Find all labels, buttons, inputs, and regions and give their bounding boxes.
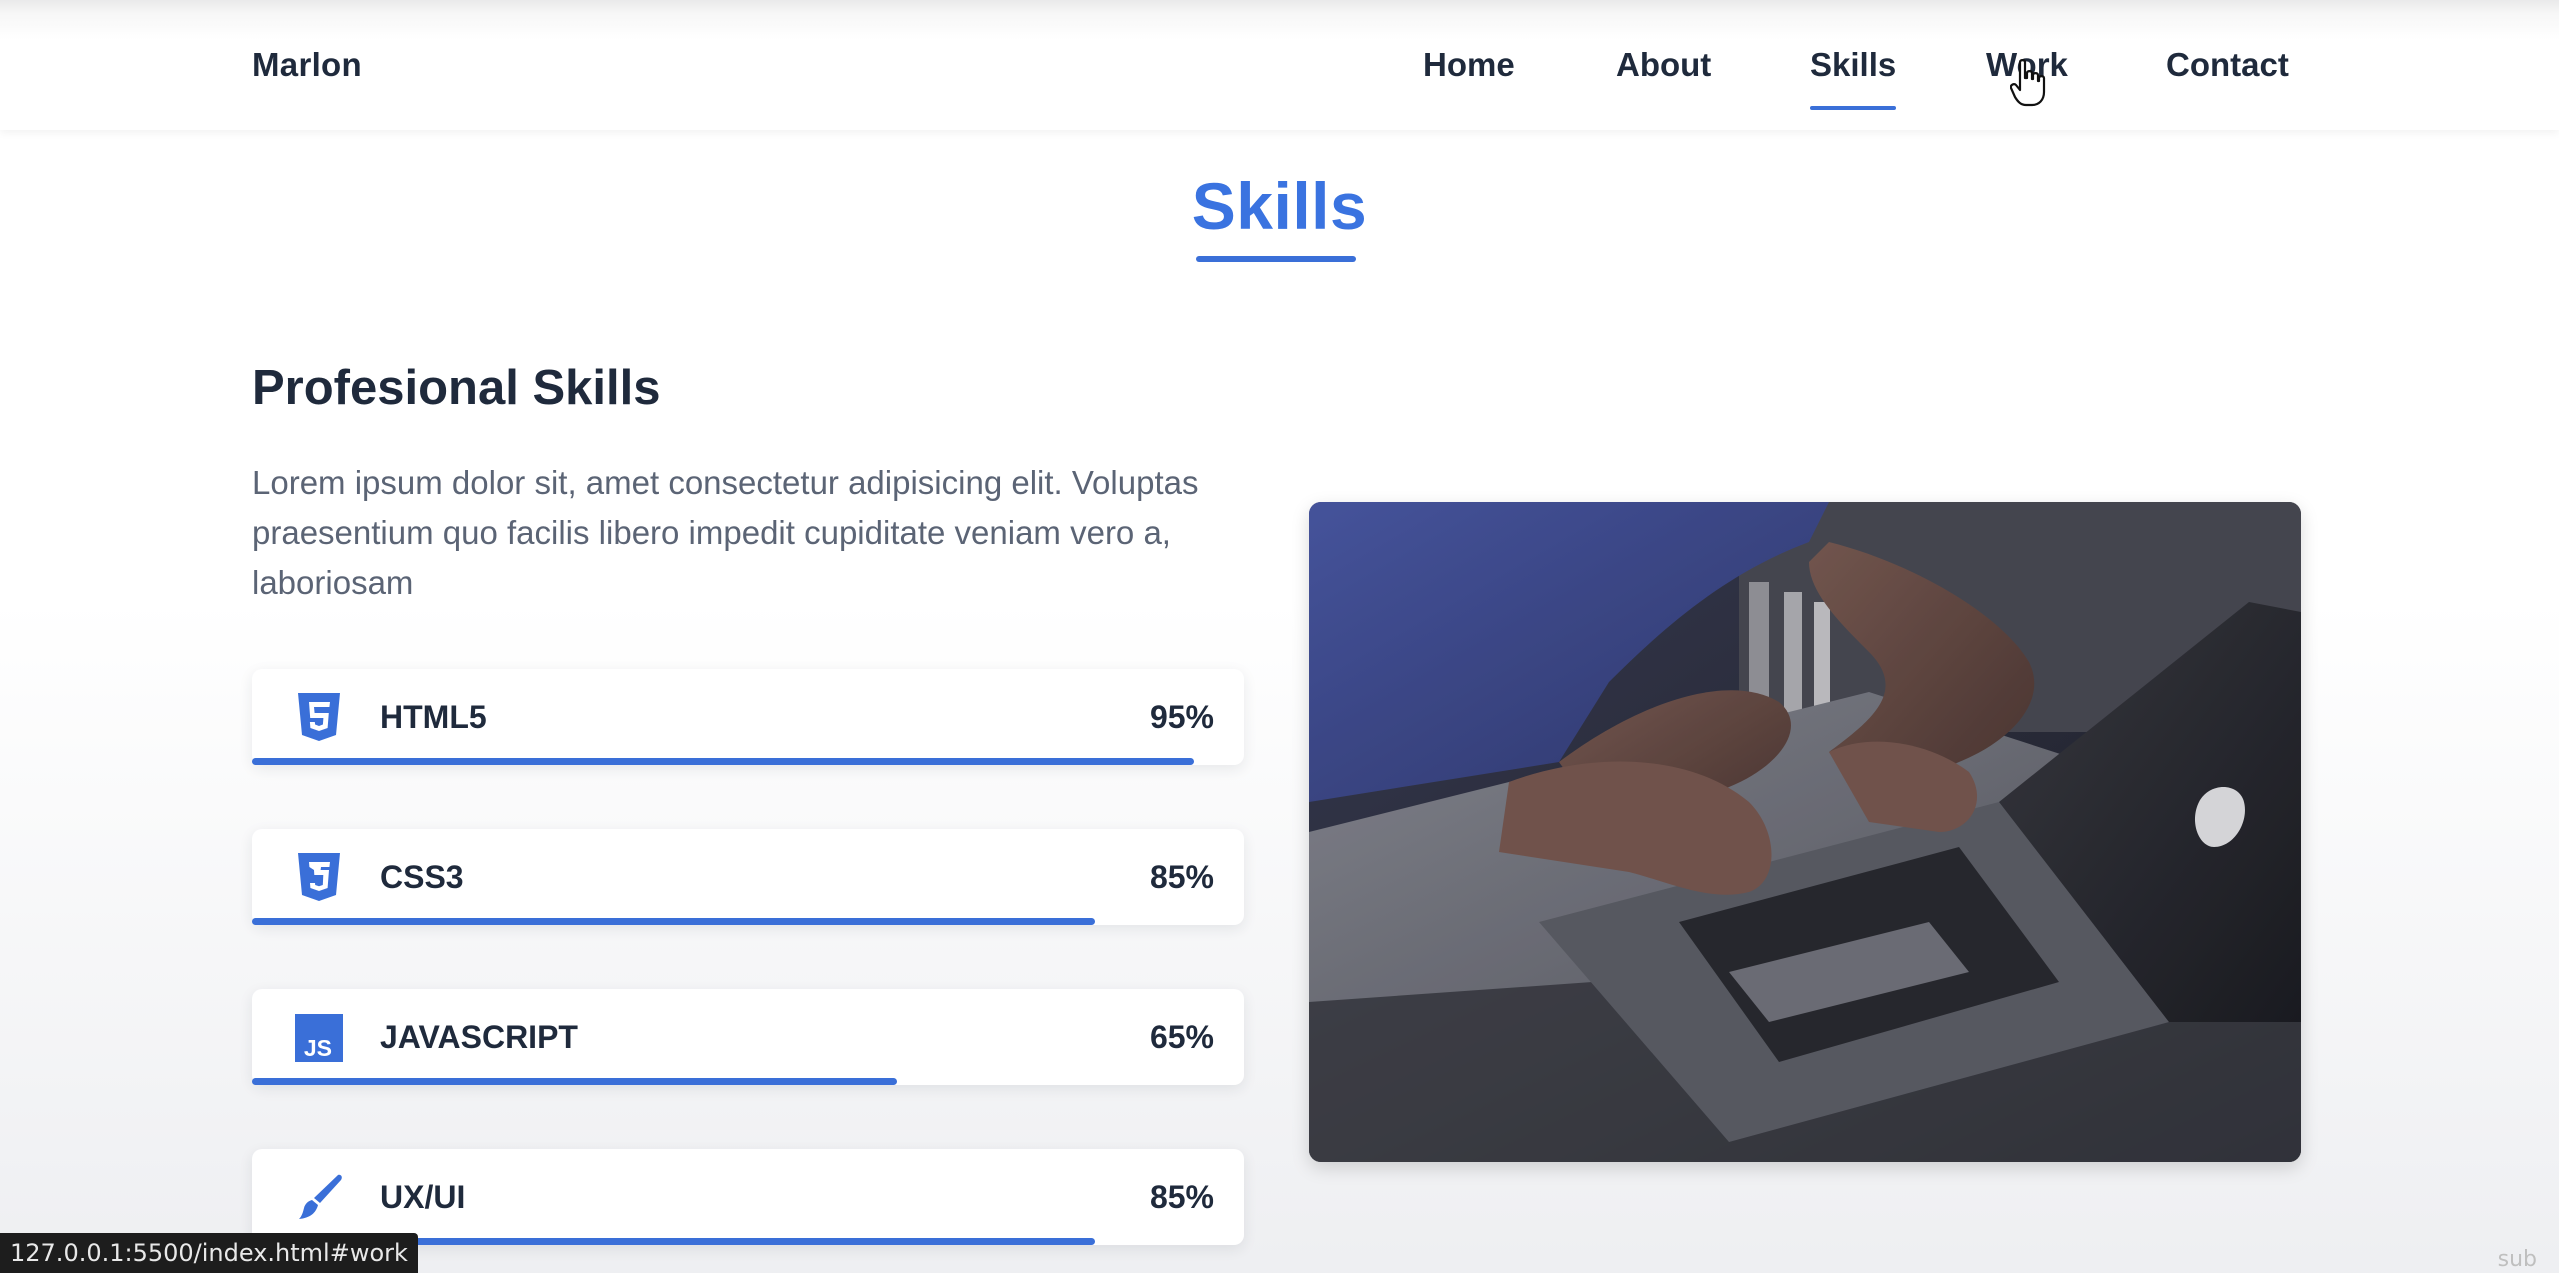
skill-percent: 95% <box>1149 699 1214 735</box>
skill-card-html5: HTML5 95% <box>252 669 1244 765</box>
javascript-icon: JS <box>295 1014 343 1062</box>
skill-percent: 85% <box>1149 1179 1214 1215</box>
skill-name: UX/UI <box>380 1179 466 1215</box>
skill-card-uxui: UX/UI 85% <box>252 1149 1244 1245</box>
photo-illustration <box>1309 502 2301 1162</box>
top-navigation-bar: Marlon Home About Skills Work Contact <box>0 0 2559 130</box>
section-title: Skills <box>1191 169 1368 243</box>
css3-icon <box>298 853 340 901</box>
skill-name: HTML5 <box>380 699 487 735</box>
skill-progress-bar <box>252 758 1195 765</box>
skill-progress-bar <box>252 1078 897 1085</box>
html5-icon <box>298 693 340 741</box>
skill-card-css3: CSS3 85% <box>252 829 1244 925</box>
main-nav: Home About Skills Work Contact <box>0 46 2559 116</box>
svg-text:JS: JS <box>304 1035 332 1061</box>
brush-icon <box>299 1174 342 1219</box>
skill-progress-bar <box>252 918 1096 925</box>
skill-name: CSS3 <box>380 859 464 895</box>
skill-percent: 85% <box>1149 859 1214 895</box>
skills-subtitle: Profesional Skills <box>252 361 661 415</box>
nav-skills[interactable]: Skills <box>1810 46 1897 110</box>
nav-about[interactable]: About <box>1616 46 1711 84</box>
skill-percent: 65% <box>1149 1019 1214 1055</box>
skill-name: JAVASCRIPT <box>380 1019 578 1055</box>
status-bar-url: 127.0.0.1:5500/index.html#work <box>0 1233 418 1273</box>
nav-contact[interactable]: Contact <box>2166 46 2289 84</box>
skill-card-javascript: JS JAVASCRIPT 65% <box>252 989 1244 1085</box>
corner-label: sub <box>2497 1247 2537 1272</box>
laptop-typing-photo <box>1309 502 2301 1162</box>
nav-home[interactable]: Home <box>1423 46 1515 84</box>
skills-description: Lorem ipsum dolor sit, amet consectetur … <box>252 464 1199 601</box>
title-underline <box>1196 256 1356 262</box>
hand-pointer-cursor-icon <box>2010 59 2046 107</box>
